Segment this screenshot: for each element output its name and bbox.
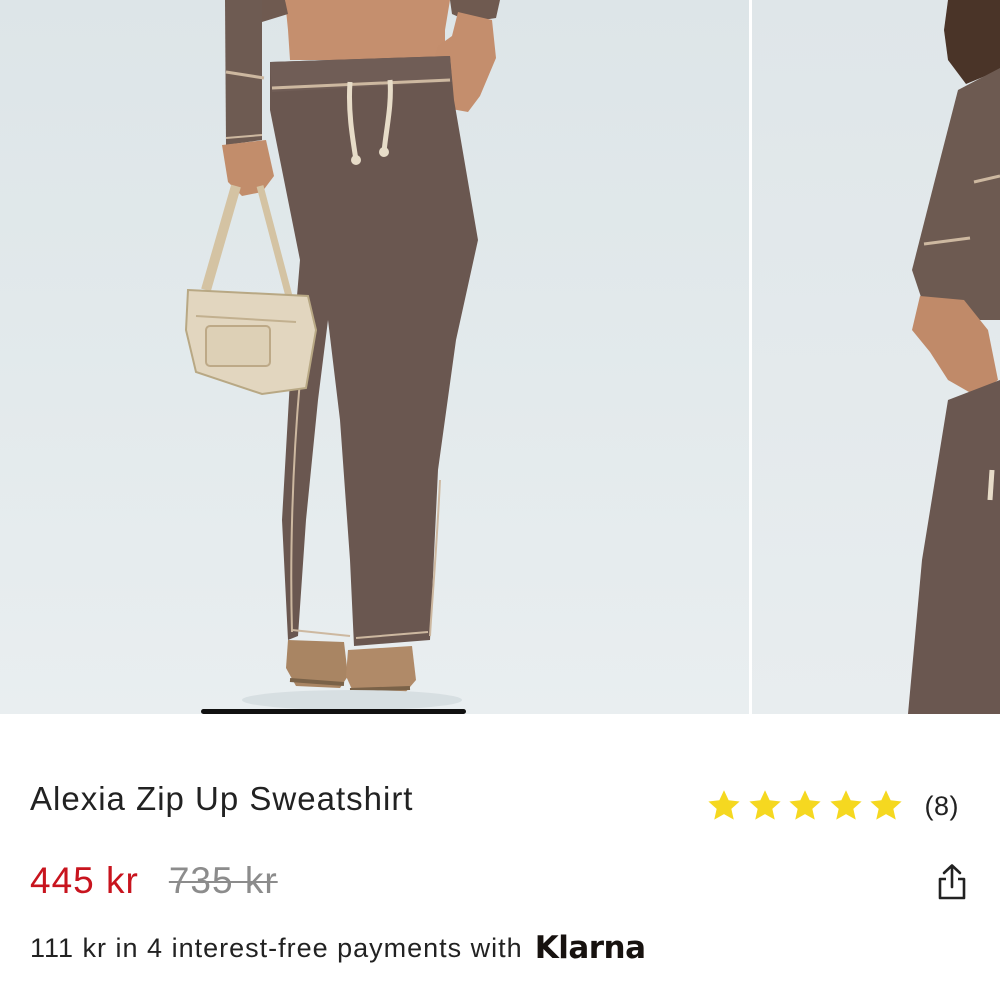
product-info: Alexia Zip Up Sweatshirt (8) 445 kr 735 … bbox=[0, 714, 1000, 1000]
original-price: 735 kr bbox=[168, 860, 278, 901]
rating-stars bbox=[706, 788, 909, 824]
star-icon bbox=[748, 790, 781, 820]
product-photo-next-illustration bbox=[908, 0, 1000, 714]
star-icon bbox=[870, 790, 902, 820]
share-icon bbox=[938, 864, 966, 900]
product-title: Alexia Zip Up Sweatshirt bbox=[30, 780, 414, 817]
installments-text: 111 kr in 4 interest-free payments with bbox=[30, 932, 523, 963]
sale-price: 445 kr bbox=[30, 860, 139, 901]
star-icon bbox=[708, 790, 740, 820]
product-photo-next[interactable] bbox=[752, 0, 1000, 714]
review-count[interactable]: (8) bbox=[925, 791, 960, 822]
image-gallery[interactable] bbox=[0, 0, 1000, 714]
installments-row: 111 kr in 4 interest-free payments with … bbox=[30, 930, 646, 966]
product-photo-illustration bbox=[184, 0, 500, 710]
klarna-logo[interactable]: Klarna bbox=[535, 930, 646, 966]
product-rating[interactable]: (8) bbox=[706, 786, 959, 826]
star-icon bbox=[789, 790, 821, 820]
product-photo-main[interactable] bbox=[0, 0, 749, 714]
price-row: 445 kr 735 kr bbox=[30, 860, 278, 902]
star-icon bbox=[829, 790, 862, 820]
share-button[interactable] bbox=[934, 862, 970, 902]
